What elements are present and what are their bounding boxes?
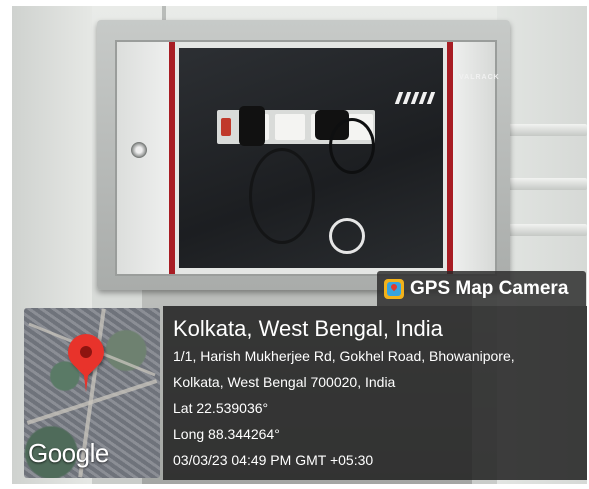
gps-map-camera-badge: GPS Map Camera bbox=[377, 271, 586, 306]
location-info-panel: Kolkata, West Bengal, India 1/1, Harish … bbox=[163, 306, 587, 480]
app-badge-label: GPS Map Camera bbox=[410, 277, 569, 299]
pipe bbox=[499, 124, 587, 136]
power-plug bbox=[239, 106, 265, 146]
power-switch bbox=[221, 118, 231, 136]
door-left-panel bbox=[117, 42, 169, 274]
vent-slot bbox=[410, 92, 420, 104]
location-title: Kolkata, West Bengal, India bbox=[173, 316, 443, 341]
latitude: Lat 22.539036° bbox=[173, 400, 269, 416]
longitude: Long 88.344264° bbox=[173, 426, 280, 442]
address-line-1: 1/1, Harish Mukherjee Rd, Gokhel Road, B… bbox=[173, 348, 515, 364]
socket bbox=[275, 114, 305, 140]
google-logo: Google bbox=[28, 438, 109, 468]
vent-slot bbox=[402, 92, 412, 104]
location-pin-tail bbox=[83, 368, 89, 392]
pipe bbox=[507, 224, 587, 236]
cable bbox=[329, 118, 375, 174]
cabinet-brand: VALRACK bbox=[459, 74, 500, 81]
vent-slot bbox=[426, 92, 436, 104]
map-thumbnail: Google bbox=[24, 308, 160, 478]
lock-icon bbox=[131, 142, 147, 158]
gps-map-camera-icon bbox=[384, 278, 404, 299]
cable bbox=[249, 148, 315, 244]
address-line-2: Kolkata, West Bengal 700020, India bbox=[173, 374, 396, 390]
vent-slot bbox=[394, 92, 404, 104]
timestamp: 03/03/23 04:49 PM GMT +05:30 bbox=[173, 452, 374, 468]
glass-window: VALRACK bbox=[179, 48, 499, 268]
pipe bbox=[505, 178, 587, 190]
door-red-strip bbox=[169, 42, 175, 274]
network-cabinet: VALRACK bbox=[97, 20, 510, 290]
vent-slot bbox=[418, 92, 428, 104]
cabinet-door: VALRACK bbox=[115, 40, 499, 276]
white-cable bbox=[329, 218, 365, 254]
door-red-strip bbox=[447, 42, 453, 274]
